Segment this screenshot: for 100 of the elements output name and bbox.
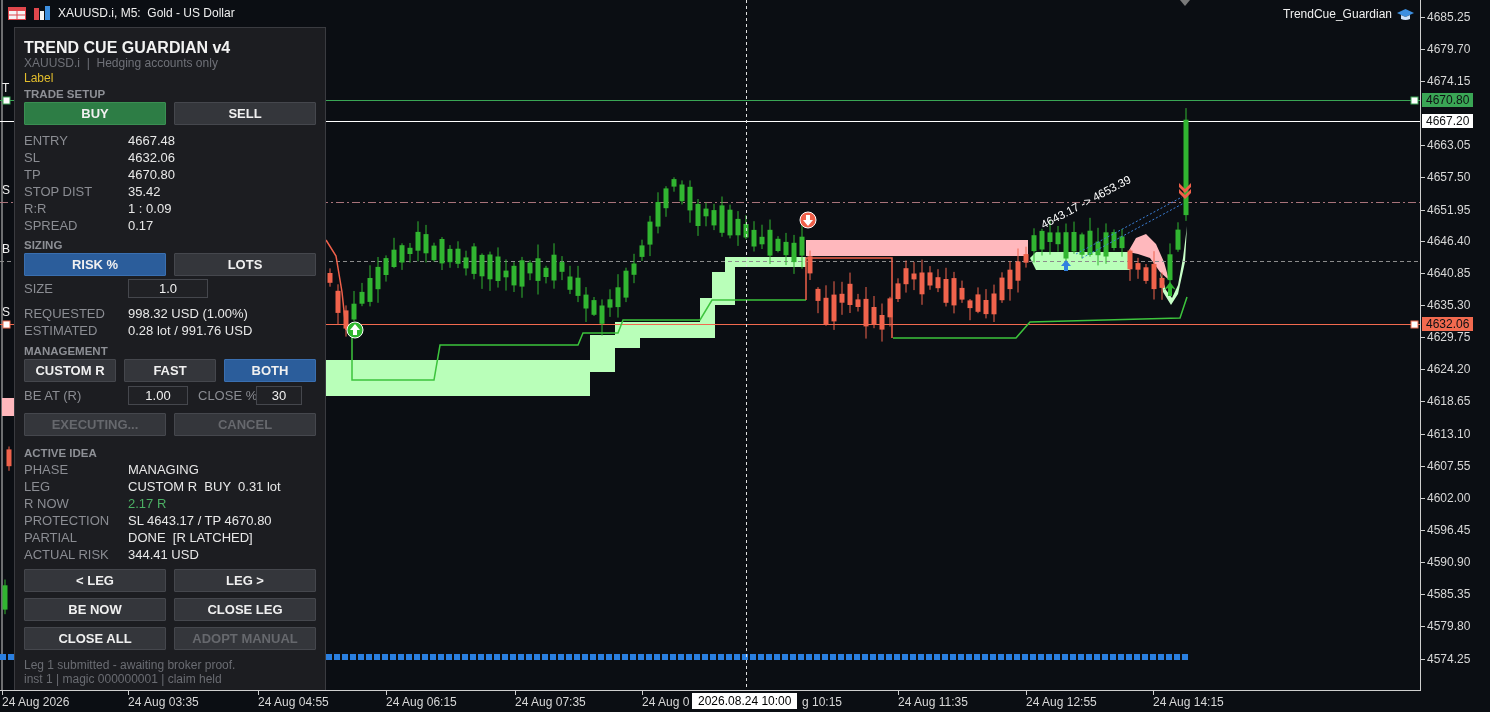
line-label: B [2,242,10,256]
field-label: PHASE [24,461,70,478]
field-value: SL 4643.17 / TP 4670.80 [128,512,272,529]
price-axis-label: 4646.40 [1427,233,1471,249]
resistance-band [1128,234,1169,280]
mode-button[interactable]: FAST [124,359,216,382]
price-axis-label: 4585.35 [1427,586,1471,602]
price-axis-label: 4651.95 [1427,202,1471,218]
crosshair-time-label: 2026.08.24 10:00 [692,693,798,709]
field-label: R:R [24,200,48,217]
price-axis-label: 4624.20 [1427,361,1471,377]
line-handle-icon[interactable] [2,96,11,105]
table-icon[interactable] [8,6,26,20]
field-value: 1 : 0.09 [128,200,172,217]
time-axis-label: 24 Aug 06:15 [386,695,457,709]
field-value: 344.41 USD [128,546,199,563]
line-handle-icon[interactable] [2,320,11,329]
price-axis-label: 4607.55 [1427,458,1471,474]
chart-bars-icon[interactable] [34,6,50,20]
action-button[interactable]: CLOSE LEG [174,598,316,621]
panel-title: TREND CUE GUARDIAN v4 [24,38,232,58]
field-value: CUSTOM R BUY 0.31 lot [128,478,281,495]
up-arrow-icon [1061,260,1071,271]
up-arrow-icon [1164,282,1176,296]
line-handle-icon[interactable] [1410,320,1419,329]
line-handle-icon[interactable] [1410,96,1419,105]
chart-title: XAUUSD.i, M5: Gold - US Dollar [58,5,235,21]
field-label: PARTIAL [24,529,78,546]
field-label: ESTIMATED [24,322,99,339]
line-label: T [2,81,10,95]
action-button[interactable]: LEG > [174,569,316,592]
field-value: DONE [R LATCHED] [128,529,253,546]
section-heading: SIZING [24,238,64,252]
action-button[interactable]: < LEG [24,569,166,592]
price-axis-label: 4613.10 [1427,426,1471,442]
section-heading: MANAGEMENT [24,344,109,358]
chart-shift-icon[interactable] [1180,0,1190,6]
field-label: SIZE [24,280,54,297]
price-axis-label: 4574.25 [1427,651,1471,667]
field-label: LEG [24,478,51,495]
field-value: 4667.48 [128,132,175,149]
field-value: 0.28 lot / 991.76 USD [128,322,253,339]
signal-strip-drawing [0,654,14,660]
graduation-cap-icon [1397,7,1414,21]
arrow-down-circle-icon [799,211,817,229]
mode-button[interactable]: BOTH [224,359,316,382]
price-axis-label: 4640.85 [1427,265,1471,281]
field-value: 35.42 [128,183,161,200]
action-button[interactable]: BE NOW [24,598,166,621]
field-label: BE AT (R) [24,387,83,404]
indicator-name: TrendCue_Guardian [1283,6,1392,22]
field-label: ENTRY [24,132,69,149]
mode-button[interactable]: RISK % [24,253,166,276]
time-axis-label: 24 Aug 12:55 [1026,695,1097,709]
mode-button[interactable]: CUSTOM R [24,359,116,382]
break-even-input[interactable]: 1.00 [128,386,188,405]
price-axis-label: 4602.00 [1427,490,1471,506]
price-tag: 4632.06 [1422,317,1474,331]
price-axis-label: 4679.70 [1427,41,1471,57]
time-axis-label: 24 Aug 03:35 [128,695,199,709]
action-button[interactable]: CLOSE ALL [24,627,166,650]
price-axis-label: 4590.90 [1427,554,1471,570]
time-axis-label: g 10:15 [802,695,843,709]
line-label: S [2,183,10,197]
price-tag: 4667.20 [1422,114,1474,128]
field-label: SL [24,149,41,166]
field-value: 4670.80 [128,166,175,183]
time-axis-label: 24 Aug 07:35 [515,695,586,709]
close-percent-input[interactable]: 30 [256,386,302,405]
field-value: MANAGING [128,461,199,478]
line-label: S [2,305,10,319]
field-label: ACTUAL RISK [24,546,110,563]
price-axis-label: 4657.50 [1427,169,1471,185]
buy-button[interactable]: BUY [24,102,166,125]
price-axis-label: 4663.05 [1427,137,1471,153]
mode-button[interactable]: LOTS [174,253,316,276]
section-heading: TRADE SETUP [24,87,107,101]
field-label: PROTECTION [24,512,111,529]
field-label: TP [24,166,42,183]
status-message: Leg 1 submitted - awaiting broker proof. [24,658,237,672]
field-value: 0.17 [128,217,154,234]
sell-button[interactable]: SELL [174,102,316,125]
time-axis-label: 24 Aug 04:55 [258,695,329,709]
time-axis-label: 24 Aug 0 [642,695,690,709]
field-value: 2.17 R [128,495,167,512]
panel-subtitle: XAUUSD.i | Hedging accounts only [24,56,219,70]
price-axis-label: 4618.65 [1427,393,1471,409]
field-label: REQUESTED [24,305,106,322]
resistance-band [2,398,14,416]
price-axis-label: 4674.15 [1427,73,1471,89]
price-axis-label: 4579.80 [1427,618,1471,634]
status-message: inst 1 | magic 000000001 | claim held [24,672,223,686]
size-input[interactable]: 1.0 [128,279,208,298]
time-axis-label: 24 Aug 14:15 [1153,695,1224,709]
price-axis-label: 4635.30 [1427,297,1471,313]
arrow-up-circle-icon [346,321,364,339]
field-label: R NOW [24,495,70,512]
time-axis-label: 24 Aug 11:35 [898,695,968,709]
field-label: STOP DIST [24,183,94,200]
price-axis-label: 4596.45 [1427,522,1471,538]
